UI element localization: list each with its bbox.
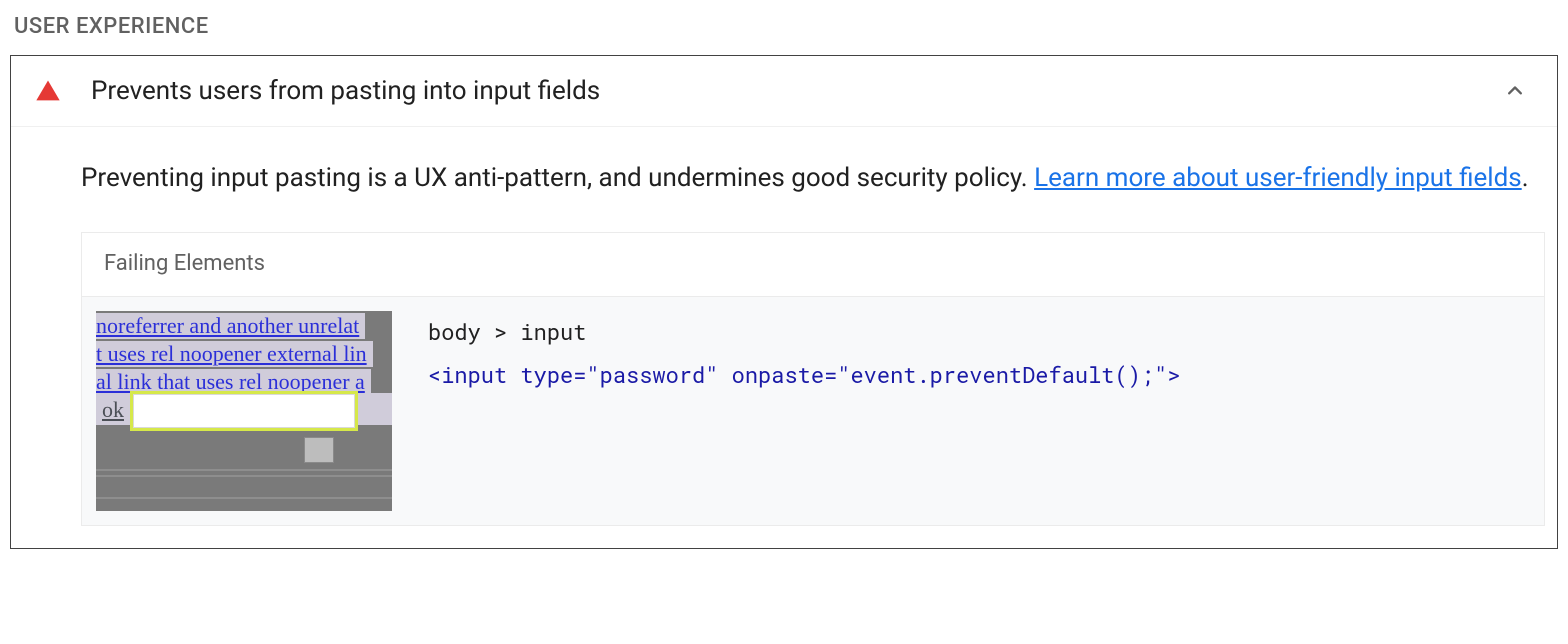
fail-triangle-icon <box>33 76 63 106</box>
failing-element-row: noreferrer and another unrelat t uses re… <box>82 296 1544 525</box>
audit-description-text: Preventing input pasting is a UX anti-pa… <box>81 163 1034 193</box>
section-header: USER EXPERIENCE <box>14 14 1558 39</box>
failing-elements-panel: Failing Elements noreferrer and another … <box>81 232 1545 526</box>
element-selector: body > input <box>428 317 1181 346</box>
thumb-text-line: t uses rel noopener external lin <box>96 341 373 367</box>
failing-elements-header: Failing Elements <box>82 233 1544 296</box>
audit-summary-row[interactable]: Prevents users from pasting into input f… <box>11 56 1557 127</box>
period: . <box>1522 163 1529 193</box>
thumb-text-line: noreferrer and another unrelat <box>96 313 365 339</box>
audit-description: Preventing input pasting is a UX anti-pa… <box>81 155 1545 202</box>
thumb-highlighted-input <box>130 391 358 431</box>
audit-body: Preventing input pasting is a UX anti-pa… <box>11 127 1557 548</box>
element-thumbnail: noreferrer and another unrelat t uses re… <box>96 311 392 511</box>
chevron-up-icon <box>1501 77 1529 105</box>
thumb-ok-label: ok <box>102 397 124 423</box>
audit-title: Prevents users from pasting into input f… <box>91 76 1501 106</box>
learn-more-link[interactable]: Learn more about user-friendly input fie… <box>1034 163 1522 193</box>
thumb-divider <box>96 497 392 499</box>
thumb-divider <box>96 469 392 477</box>
audit-card: Prevents users from pasting into input f… <box>10 55 1558 549</box>
element-code-column: body > input <input type="password" onpa… <box>428 311 1181 389</box>
element-snippet: <input type="password" onpaste="event.pr… <box>428 360 1181 389</box>
thumb-broken-image-icon <box>304 437 334 463</box>
